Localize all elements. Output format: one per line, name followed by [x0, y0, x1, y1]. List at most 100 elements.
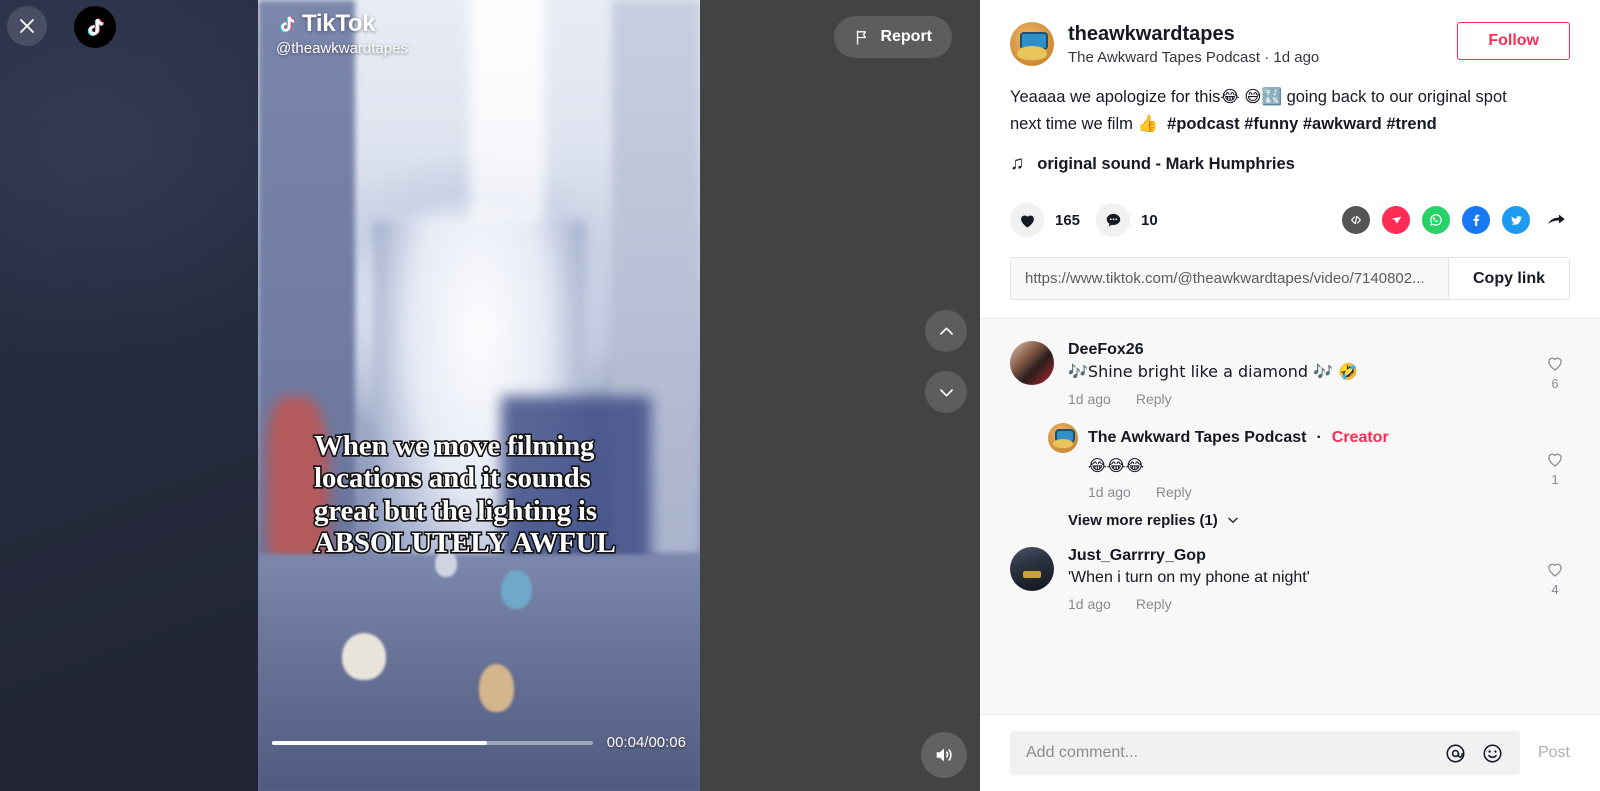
report-button[interactable]: Report	[834, 16, 952, 58]
comment-like-count: 6	[1551, 376, 1559, 392]
chevron-down-icon	[939, 388, 953, 396]
video-author-handle: @theawkwardtapes	[276, 40, 408, 57]
share-link-input[interactable]	[1011, 258, 1448, 300]
at-mention-icon[interactable]	[1444, 742, 1467, 765]
tiktok-logo-icon	[280, 16, 296, 33]
commenter-name[interactable]: DeeFox26	[1068, 341, 1526, 359]
author-handle[interactable]: theawkwardtapes	[1068, 22, 1443, 47]
comment-like-button[interactable]: 4	[1540, 547, 1570, 612]
tiktok-home-button[interactable]	[74, 6, 116, 48]
arrow-share-icon	[1547, 214, 1565, 225]
video-overlay-header: TikTok @theawkwardtapes	[258, 0, 700, 67]
tiktok-video-modal: TikTok @theawkwardtapes When we move fil…	[0, 0, 1600, 791]
video-player[interactable]: TikTok @theawkwardtapes When we move fil…	[258, 0, 700, 791]
like-count: 165	[1055, 211, 1081, 229]
comment-input-icons	[1444, 742, 1504, 765]
post-description: Yeaaaa we apologize for this😂 😅🔣 going b…	[1010, 84, 1530, 137]
embed-icon[interactable]	[1342, 206, 1370, 235]
video-info-panel: theawkwardtapes The Awkward Tapes Podcas…	[980, 0, 1600, 791]
commenter-name[interactable]: The Awkward Tapes Podcast	[1088, 429, 1306, 447]
comment-meta: 1d ago Reply	[1068, 596, 1526, 612]
comment-meta: 1d ago Reply	[1068, 391, 1526, 407]
like-button[interactable]	[1010, 203, 1044, 238]
stats-row: 165 10	[1010, 203, 1570, 238]
comment-body: Just_Garrrry_Gop 'When i turn on my phon…	[1068, 547, 1526, 612]
comment-meta: 1d ago Reply	[1088, 484, 1526, 500]
share-arrow-icon[interactable]	[1542, 206, 1570, 234]
send-message-icon[interactable]	[1382, 206, 1410, 235]
video-desk	[258, 553, 700, 791]
comment-text: 😂😂😂	[1088, 455, 1145, 475]
video-progress-bar[interactable]	[272, 740, 593, 745]
comment-like-button[interactable]: 1	[1540, 423, 1570, 500]
comment-time: 1d ago	[1068, 596, 1111, 613]
video-desk-object	[501, 569, 533, 610]
heart-outline-icon	[1548, 357, 1562, 371]
tiktok-wordmark-text: TikTok	[302, 10, 376, 37]
facebook-f-icon	[1473, 214, 1480, 227]
creator-separator: ·	[1316, 428, 1322, 446]
author-row: theawkwardtapes The Awkward Tapes Podcas…	[1010, 22, 1570, 66]
video-caption-overlay: When we move filming locations and it so…	[258, 428, 700, 561]
facebook-icon[interactable]	[1462, 206, 1490, 235]
chevron-up-icon	[939, 327, 953, 335]
report-label: Report	[880, 28, 932, 45]
caption-line: locations and it sounds	[312, 461, 592, 496]
comment-like-button[interactable]: 6	[1540, 341, 1570, 406]
comment-reply-button[interactable]: Reply	[1136, 391, 1172, 407]
share-icons-row	[1342, 206, 1570, 235]
code-brackets-icon	[1351, 215, 1361, 225]
like-stat[interactable]: 165	[1010, 203, 1081, 238]
heart-outline-icon	[1548, 453, 1562, 467]
comment-time: 1d ago	[1068, 390, 1111, 407]
music-title: original sound - Mark Humphries	[1037, 154, 1295, 173]
video-time-label: 00:04/00:06	[606, 734, 686, 751]
share-link-row: Copy link	[1010, 257, 1570, 301]
caption-line: ABSOLUTELY AWFUL	[312, 526, 617, 561]
emoji-sweat-smile-icon: 😅	[1244, 87, 1262, 106]
comment-text: 'When i turn on my phone at night'	[1068, 568, 1310, 586]
add-comment-bar: Post	[980, 714, 1600, 791]
comment-input[interactable]	[1026, 744, 1444, 762]
commenter-avatar[interactable]	[1010, 341, 1054, 386]
music-row[interactable]: ♫ original sound - Mark Humphries	[1010, 153, 1570, 175]
comment-item: DeeFox26 🎶Shine bright like a diamond 🎶 …	[1010, 341, 1570, 407]
comment-text: 🎶Shine bright like a diamond 🎶 🤣	[1068, 362, 1359, 382]
video-desk-object	[479, 664, 515, 712]
copy-link-button[interactable]: Copy link	[1447, 258, 1569, 300]
emoji-thumbs-up-icon: 👍	[1137, 113, 1158, 133]
comment-button[interactable]	[1096, 203, 1131, 238]
video-desk-object	[341, 632, 387, 681]
caption-line: great but the lighting is	[312, 493, 598, 528]
commenter-avatar[interactable]	[1010, 546, 1054, 591]
commenter-name[interactable]: Just_Garrrry_Gop	[1068, 547, 1526, 565]
comment-input-wrapper[interactable]	[1010, 731, 1520, 775]
close-icon	[20, 19, 34, 33]
view-more-replies-button[interactable]: View more replies (1)	[1068, 512, 1570, 529]
volume-button[interactable]	[921, 732, 967, 778]
twitter-icon[interactable]	[1502, 206, 1530, 235]
comment-body: DeeFox26 🎶Shine bright like a diamond 🎶 …	[1068, 341, 1526, 406]
emoji-smile-icon[interactable]	[1481, 742, 1504, 765]
video-stage: TikTok @theawkwardtapes When we move fil…	[0, 0, 980, 791]
flag-icon	[857, 29, 867, 45]
comments-list[interactable]: DeeFox26 🎶Shine bright like a diamond 🎶 …	[980, 318, 1600, 714]
whatsapp-icon[interactable]	[1422, 206, 1450, 235]
commenter-avatar[interactable]	[1048, 422, 1078, 453]
author-avatar[interactable]	[1010, 22, 1054, 66]
comment-reply-button[interactable]: Reply	[1136, 596, 1172, 612]
music-note-icon: ♫	[1010, 153, 1025, 175]
heart-outline-icon	[1548, 563, 1562, 577]
comment-reply-button[interactable]: Reply	[1156, 484, 1192, 500]
follow-button[interactable]: Follow	[1457, 22, 1570, 60]
post-comment-button[interactable]: Post	[1538, 744, 1570, 762]
hashtag-list[interactable]: #podcast #funny #awkward #trend	[1167, 115, 1437, 133]
next-video-button[interactable]	[925, 371, 967, 413]
close-button[interactable]	[7, 6, 47, 46]
previous-video-button[interactable]	[925, 310, 967, 352]
author-names: theawkwardtapes The Awkward Tapes Podcas…	[1068, 22, 1443, 66]
author-name-and-time: The Awkward Tapes Podcast · 1d ago	[1068, 49, 1320, 66]
heart-filled-icon	[1020, 215, 1034, 228]
video-progress-fill	[272, 740, 487, 745]
comment-stat[interactable]: 10	[1096, 203, 1158, 238]
